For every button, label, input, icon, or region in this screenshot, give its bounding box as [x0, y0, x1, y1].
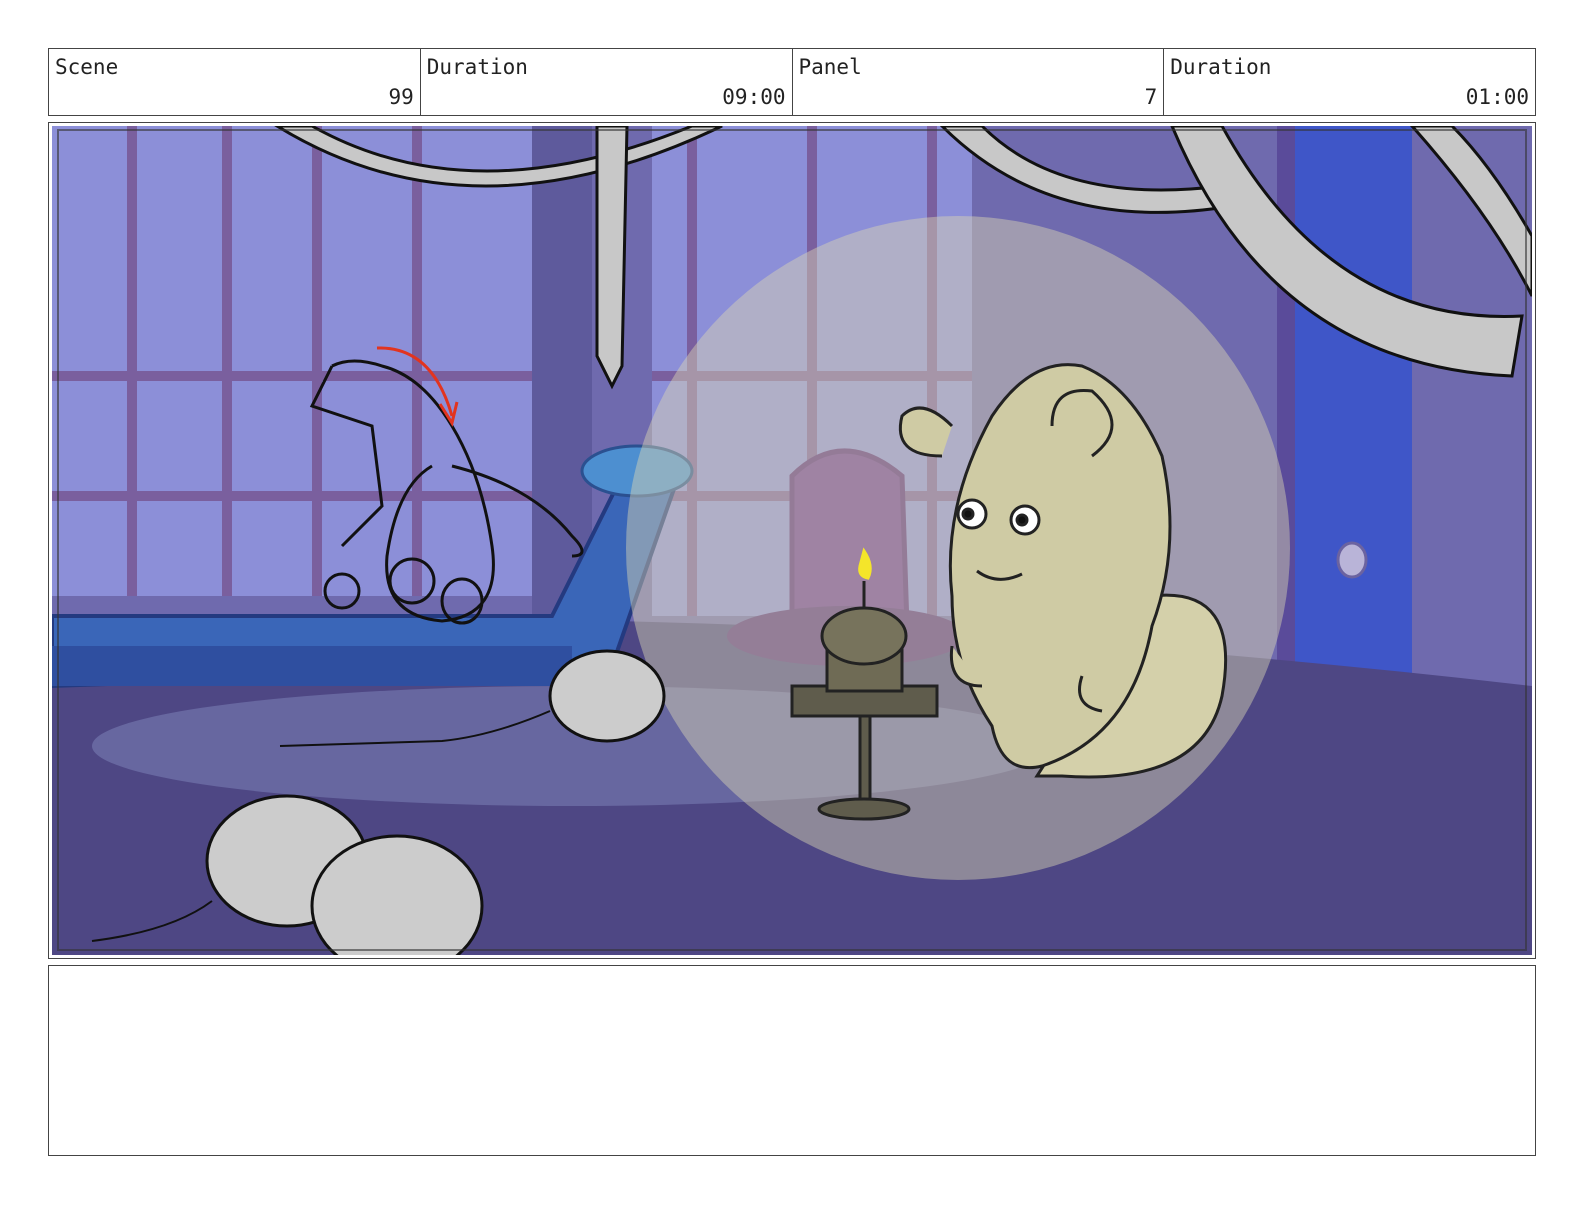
- scene-illustration: [52, 126, 1532, 955]
- scene-duration-value: 09:00: [722, 85, 786, 109]
- scene-number: 99: [388, 85, 414, 109]
- scene-duration-cell: Duration 09:00: [421, 49, 793, 115]
- scene-label: Scene: [55, 55, 119, 79]
- panel-notes[interactable]: [48, 965, 1536, 1156]
- door: [1277, 126, 1412, 746]
- panel-label: Panel: [798, 55, 862, 79]
- scene-cell: Scene 99: [49, 49, 421, 115]
- panel-cell: Panel 7: [793, 49, 1165, 115]
- scene-duration-label: Duration: [426, 55, 528, 79]
- storyboard-header: Scene 99 Duration 09:00 Panel 7 Duration…: [48, 48, 1536, 116]
- panel-duration-label: Duration: [1170, 55, 1272, 79]
- storyboard-panel-image: [52, 126, 1532, 955]
- panel-number: 7: [1144, 85, 1158, 109]
- panel-duration-cell: Duration 01:00: [1164, 49, 1535, 115]
- left-window: [52, 126, 592, 626]
- panel-duration-value: 01:00: [1465, 85, 1529, 109]
